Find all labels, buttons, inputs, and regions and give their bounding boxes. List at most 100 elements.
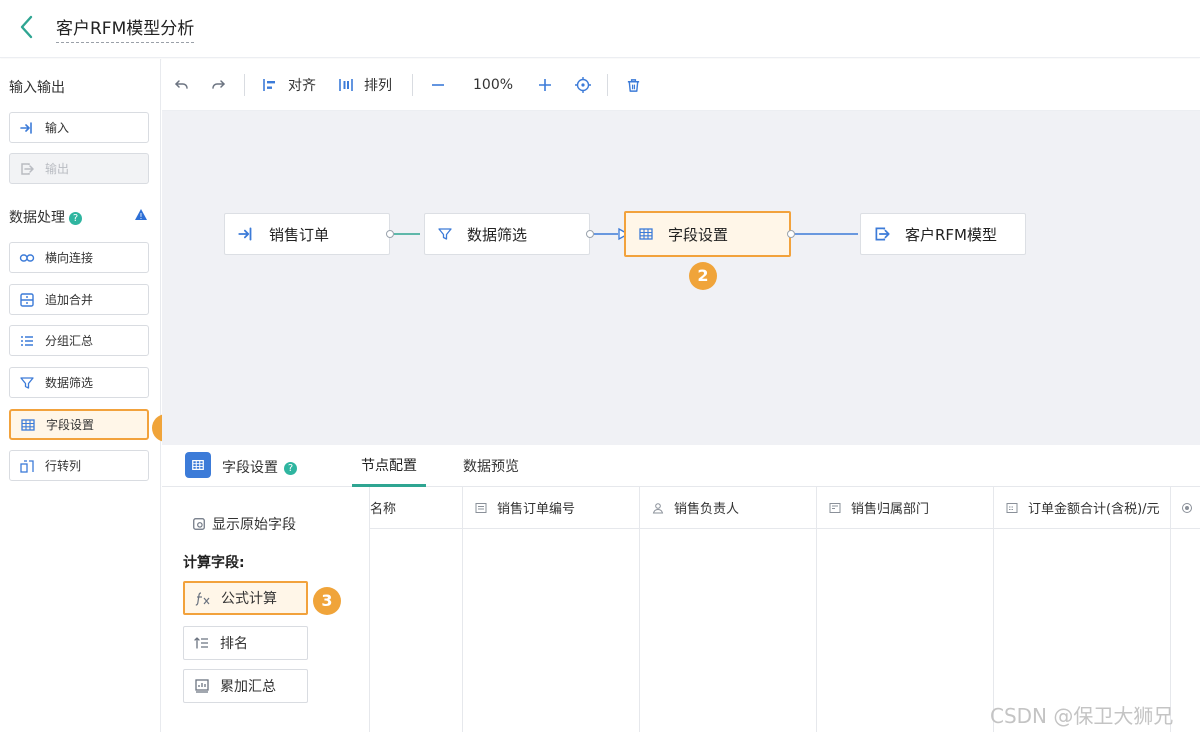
sidebar-item-row-to-column[interactable]: 行转列 [9, 450, 149, 481]
help-icon[interactable]: ? [69, 211, 82, 225]
sidebar-item-label: 行转列 [45, 459, 82, 473]
page-title[interactable]: 客户RFM模型分析 [56, 14, 195, 43]
zoom-in-button[interactable] [537, 59, 553, 111]
distribute-icon [338, 77, 354, 93]
arrange-button[interactable]: 排列 [338, 59, 392, 111]
column-header-order-id[interactable]: 销售订单编号 [463, 487, 640, 529]
text-field-icon [475, 502, 487, 514]
output-port[interactable] [586, 230, 594, 238]
sidebar-item-label: 数据筛选 [45, 376, 94, 390]
radio-icon [1181, 502, 1193, 514]
tab-data-preview[interactable]: 数据预览 [452, 445, 530, 487]
sort-rank-icon [194, 635, 210, 651]
section-title-processing-text: 数据处理 [9, 210, 65, 226]
column-header-partial[interactable] [1171, 487, 1200, 529]
column-header-sales-dept[interactable]: 销售归属部门 [817, 487, 994, 529]
input-node-button[interactable]: 输入 [9, 112, 149, 143]
toolbar-divider [412, 74, 413, 96]
flow-node-label: 数据筛选 [467, 225, 528, 244]
show-fields-icon [192, 517, 206, 531]
column-header-sales-owner[interactable]: 销售负责人 [640, 487, 817, 529]
rank-button[interactable]: 排名 [183, 626, 308, 660]
filter-icon [437, 226, 453, 242]
input-arrow-icon [19, 120, 35, 136]
minus-icon [430, 77, 446, 93]
output-node-button[interactable]: 输出 [9, 153, 149, 184]
table-icon [185, 452, 211, 478]
sidebar-item-append-merge[interactable]: 追加合并 [9, 284, 149, 315]
center-view-button[interactable] [574, 59, 592, 111]
back-arrow-icon[interactable] [16, 14, 40, 40]
flow-node-field-settings[interactable]: 字段设置 [624, 211, 791, 257]
zoom-level: 100% [473, 77, 514, 93]
input-node-label: 输入 [45, 121, 70, 135]
tab-node-config[interactable]: 节点配置 [352, 445, 426, 487]
output-port[interactable] [386, 230, 394, 238]
warning-icon[interactable]: ! [134, 208, 148, 225]
zoom-out-button[interactable] [430, 59, 446, 111]
plus-icon [537, 77, 553, 93]
number-field-icon [1006, 502, 1018, 514]
node-sidebar: 输入输出 输入 输出 数据处理? ! 横向连接 追加合并 分组汇总 数据筛选 字… [0, 59, 161, 732]
show-original-fields-toggle[interactable]: 显示原始字段 [192, 514, 296, 534]
column-header-label: 名称 [370, 502, 397, 517]
sidebar-item-label: 分组汇总 [45, 334, 94, 348]
output-node-label: 输出 [45, 162, 70, 176]
flow-node-sales-order[interactable]: 销售订单 [224, 213, 390, 255]
flow-node-label: 字段设置 [668, 225, 729, 244]
flow-canvas[interactable]: 销售订单 数据筛选 字段设置 客户RFM模型 2 [162, 111, 1200, 445]
undo-icon [174, 77, 190, 93]
panel-title-text: 字段设置 [222, 460, 278, 476]
output-arrow-icon [19, 161, 35, 177]
sidebar-item-data-filter[interactable]: 数据筛选 [9, 367, 149, 398]
sidebar-item-horizontal-join[interactable]: 横向连接 [9, 242, 149, 273]
field-grid: 名称 销售订单编号 销售负责人 销售归属部门 订单金额合计(含税)/元 [370, 487, 1200, 732]
sidebar-item-label: 横向连接 [45, 251, 94, 265]
list-icon [19, 333, 35, 349]
sidebar-item-group-summary[interactable]: 分组汇总 [9, 325, 149, 356]
toolbar-divider [244, 74, 245, 96]
flow-node-label: 销售订单 [269, 225, 330, 244]
step-badge-3: 3 [313, 587, 341, 615]
cumulative-sum-label: 累加汇总 [220, 679, 276, 695]
cumulative-chart-icon [194, 678, 210, 694]
toolbar-divider [607, 74, 608, 96]
section-title-io: 输入输出 [9, 80, 65, 96]
align-left-icon [262, 77, 278, 93]
column-header-name[interactable]: 名称 [370, 487, 463, 529]
column-header-label: 销售归属部门 [851, 502, 930, 517]
formula-calc-label: 公式计算 [221, 591, 277, 607]
node-config-header: 字段设置? 节点配置 数据预览 [162, 445, 1200, 487]
table-icon [20, 417, 36, 433]
flow-node-rfm-model[interactable]: 客户RFM模型 [860, 213, 1026, 255]
flow-node-data-filter[interactable]: 数据筛选 [424, 213, 590, 255]
panel-title: 字段设置? [222, 457, 297, 477]
sidebar-item-field-settings[interactable]: 字段设置 [9, 409, 149, 440]
column-header-label: 销售订单编号 [497, 502, 576, 517]
rank-label: 排名 [220, 636, 248, 652]
section-title-processing: 数据处理? [9, 207, 82, 227]
column-header-order-amount[interactable]: 订单金额合计(含税)/元 [994, 487, 1171, 529]
delete-button[interactable] [626, 59, 641, 111]
undo-button[interactable] [174, 59, 190, 111]
redo-button[interactable] [210, 59, 226, 111]
calc-fields-title: 计算字段: [183, 555, 245, 571]
output-port[interactable] [787, 230, 795, 238]
cumulative-sum-button[interactable]: 累加汇总 [183, 669, 308, 703]
table-icon [638, 226, 654, 242]
canvas-toolbar: 对齐 排列 100% [162, 59, 1200, 111]
merge-icon [19, 292, 35, 308]
help-icon[interactable]: ? [284, 461, 297, 475]
output-arrow-icon [873, 225, 891, 243]
function-icon [195, 590, 211, 606]
watermark: CSDN @保卫大狮兄 [990, 704, 1174, 728]
step-badge-2: 2 [689, 262, 717, 290]
formula-calc-button[interactable]: 公式计算 [183, 581, 308, 615]
column-header-label: 销售负责人 [674, 502, 740, 517]
link-icon [19, 250, 35, 266]
input-arrow-icon [237, 225, 255, 243]
align-button[interactable]: 对齐 [262, 59, 316, 111]
department-icon [829, 502, 841, 514]
pivot-icon [19, 458, 35, 474]
filter-icon [19, 375, 35, 391]
